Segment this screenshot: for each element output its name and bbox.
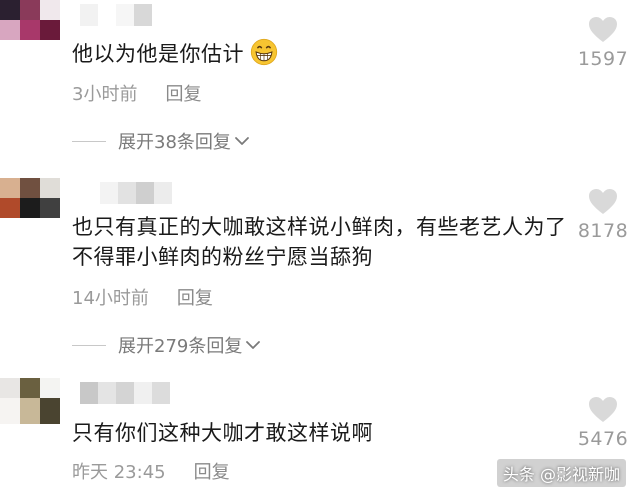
comment-text: 只有你们这种大咖才敢这样说啊 xyxy=(72,421,373,445)
grinning-face-icon xyxy=(250,38,278,66)
comment-text-content: 他以为他是你估计 xyxy=(72,42,244,66)
chevron-down-icon xyxy=(246,341,261,349)
divider-line xyxy=(72,140,106,142)
divider-line xyxy=(72,344,106,346)
avatar[interactable] xyxy=(0,0,60,44)
reply-button[interactable]: 回复 xyxy=(165,80,201,106)
comment-meta: 昨天 23:45 回复 xyxy=(72,458,230,484)
watermark: 头条 @影视新咖 xyxy=(496,459,626,487)
chevron-down-icon xyxy=(235,137,249,145)
comment-text: 他以为他是你估计 xyxy=(72,38,572,69)
expand-replies-label: 展开38条回复 xyxy=(118,132,231,153)
comment-meta: 14小时前 回复 xyxy=(72,284,213,310)
expand-replies-button[interactable]: 展开38条回复 xyxy=(72,128,251,154)
username-masked[interactable] xyxy=(100,182,172,204)
username-masked[interactable] xyxy=(80,382,170,404)
expand-replies-button[interactable]: 展开279条回复 xyxy=(72,332,262,358)
like-button[interactable]: 5476 xyxy=(568,396,638,450)
avatar[interactable] xyxy=(0,378,60,424)
heart-icon xyxy=(589,397,617,422)
timestamp: 3小时前 xyxy=(72,84,138,105)
avatar[interactable] xyxy=(0,178,60,222)
timestamp: 昨天 23:45 xyxy=(72,462,166,483)
comment-meta: 3小时前 回复 xyxy=(72,80,201,106)
like-count: 5476 xyxy=(577,428,629,450)
timestamp: 14小时前 xyxy=(72,288,149,309)
comment-text: 也只有真正的大咖敢这样说小鲜肉，有些老艺人为了不得罪小鲜肉的粉丝宁愿当舔狗 xyxy=(72,215,567,269)
heart-icon xyxy=(589,189,617,214)
heart-icon xyxy=(589,17,617,42)
like-count: 8178 xyxy=(577,220,629,242)
reply-button[interactable]: 回复 xyxy=(177,284,213,310)
username-masked[interactable] xyxy=(80,4,152,26)
expand-replies-label: 展开279条回复 xyxy=(118,336,243,357)
like-button[interactable]: 1597 xyxy=(568,16,638,70)
like-count: 1597 xyxy=(577,48,629,70)
reply-button[interactable]: 回复 xyxy=(194,458,230,484)
like-button[interactable]: 8178 xyxy=(568,188,638,242)
